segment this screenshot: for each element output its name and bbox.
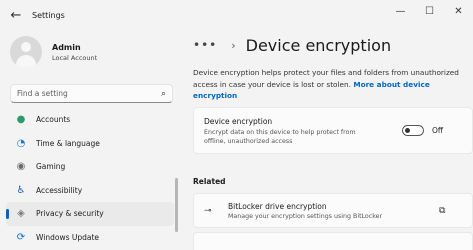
- encryption-toggle[interactable]: [402, 125, 424, 136]
- related-heading: Related: [193, 177, 226, 186]
- back-button[interactable]: ←: [2, 1, 30, 29]
- search-input[interactable]: [17, 89, 161, 98]
- sidebar-item-accessibility[interactable]: ♿ Accessibility: [6, 179, 174, 203]
- breadcrumb: ••• › Device encryption: [193, 34, 391, 56]
- encryption-subtitle: Encrypt data on this device to help prot…: [204, 129, 356, 145]
- person-icon: ●: [16, 114, 26, 126]
- accessibility-icon: ♿: [16, 184, 26, 196]
- avatar-head: [21, 42, 31, 52]
- key-icon: ⊸: [204, 206, 212, 216]
- page-title: Device encryption: [245, 35, 392, 55]
- sidebar-item-gaming[interactable]: ◉ Gaming: [6, 155, 174, 179]
- sidebar-item-time-language[interactable]: ◔ Time & language: [6, 132, 174, 156]
- profile-name: Admin: [52, 42, 81, 52]
- encryption-title: Device encryption: [204, 117, 273, 126]
- sidebar-item-label: Time & language: [36, 138, 100, 148]
- bitlocker-subtitle: Manage your encryption settings using Bi…: [228, 213, 383, 220]
- avatar: [10, 36, 42, 68]
- sidebar-item-label: Gaming: [36, 162, 66, 172]
- profile-account-type: Local Account: [52, 53, 98, 62]
- toggle-knob: [405, 128, 410, 133]
- minimize-button[interactable]: —: [386, 0, 415, 22]
- sidebar-item-label: Windows Update: [36, 232, 100, 242]
- window-controls: — ☐ ✕: [386, 0, 473, 22]
- chevron-right-icon: ›: [231, 38, 236, 52]
- search-box[interactable]: ⌕: [10, 84, 173, 103]
- open-external-icon[interactable]: ⧉: [439, 206, 445, 216]
- title-bar: ← Settings — ☐ ✕: [0, 0, 473, 30]
- sidebar-item-label: Privacy & security: [36, 209, 104, 219]
- globe-clock-icon: ◔: [16, 137, 26, 149]
- avatar-body: [16, 55, 36, 68]
- maximize-button[interactable]: ☐: [415, 0, 444, 22]
- game-controller-icon: ◉: [16, 161, 26, 173]
- app-title: Settings: [32, 10, 65, 20]
- device-encryption-card: Device encryption Encrypt data on this d…: [193, 107, 473, 154]
- sidebar-item-label: Accounts: [36, 115, 71, 125]
- shield-icon: ◈: [17, 208, 25, 220]
- arrow-left-icon: ←: [10, 7, 22, 23]
- profile-text: Admin Local Account: [52, 43, 97, 62]
- windows-update-icon: ⟳: [16, 231, 26, 243]
- sidebar-item-label: Accessibility: [36, 185, 83, 195]
- close-button[interactable]: ✕: [444, 0, 473, 22]
- search-icon[interactable]: ⌕: [161, 89, 166, 99]
- sidebar-item-accounts[interactable]: ● Accounts: [6, 108, 174, 132]
- bitlocker-title: BitLocker drive encryption: [228, 202, 327, 211]
- user-profile[interactable]: Admin Local Account: [10, 32, 97, 72]
- sidebar-item-privacy-security[interactable]: ◈ Privacy & security: [6, 202, 174, 226]
- bitlocker-card[interactable]: ⊸ BitLocker drive encryption Manage your…: [193, 193, 473, 228]
- breadcrumb-more-button[interactable]: •••: [193, 38, 217, 52]
- toggle-state-label: Off: [432, 126, 444, 135]
- sidebar-nav: ● Accounts ◔ Time & language ◉ Gaming ♿ …: [6, 108, 174, 249]
- sidebar-scrollbar[interactable]: [175, 178, 178, 232]
- sidebar-item-windows-update[interactable]: ⟳ Windows Update: [6, 226, 174, 250]
- next-card[interactable]: [193, 232, 473, 250]
- page-description: Device encryption helps protect your fil…: [193, 67, 463, 102]
